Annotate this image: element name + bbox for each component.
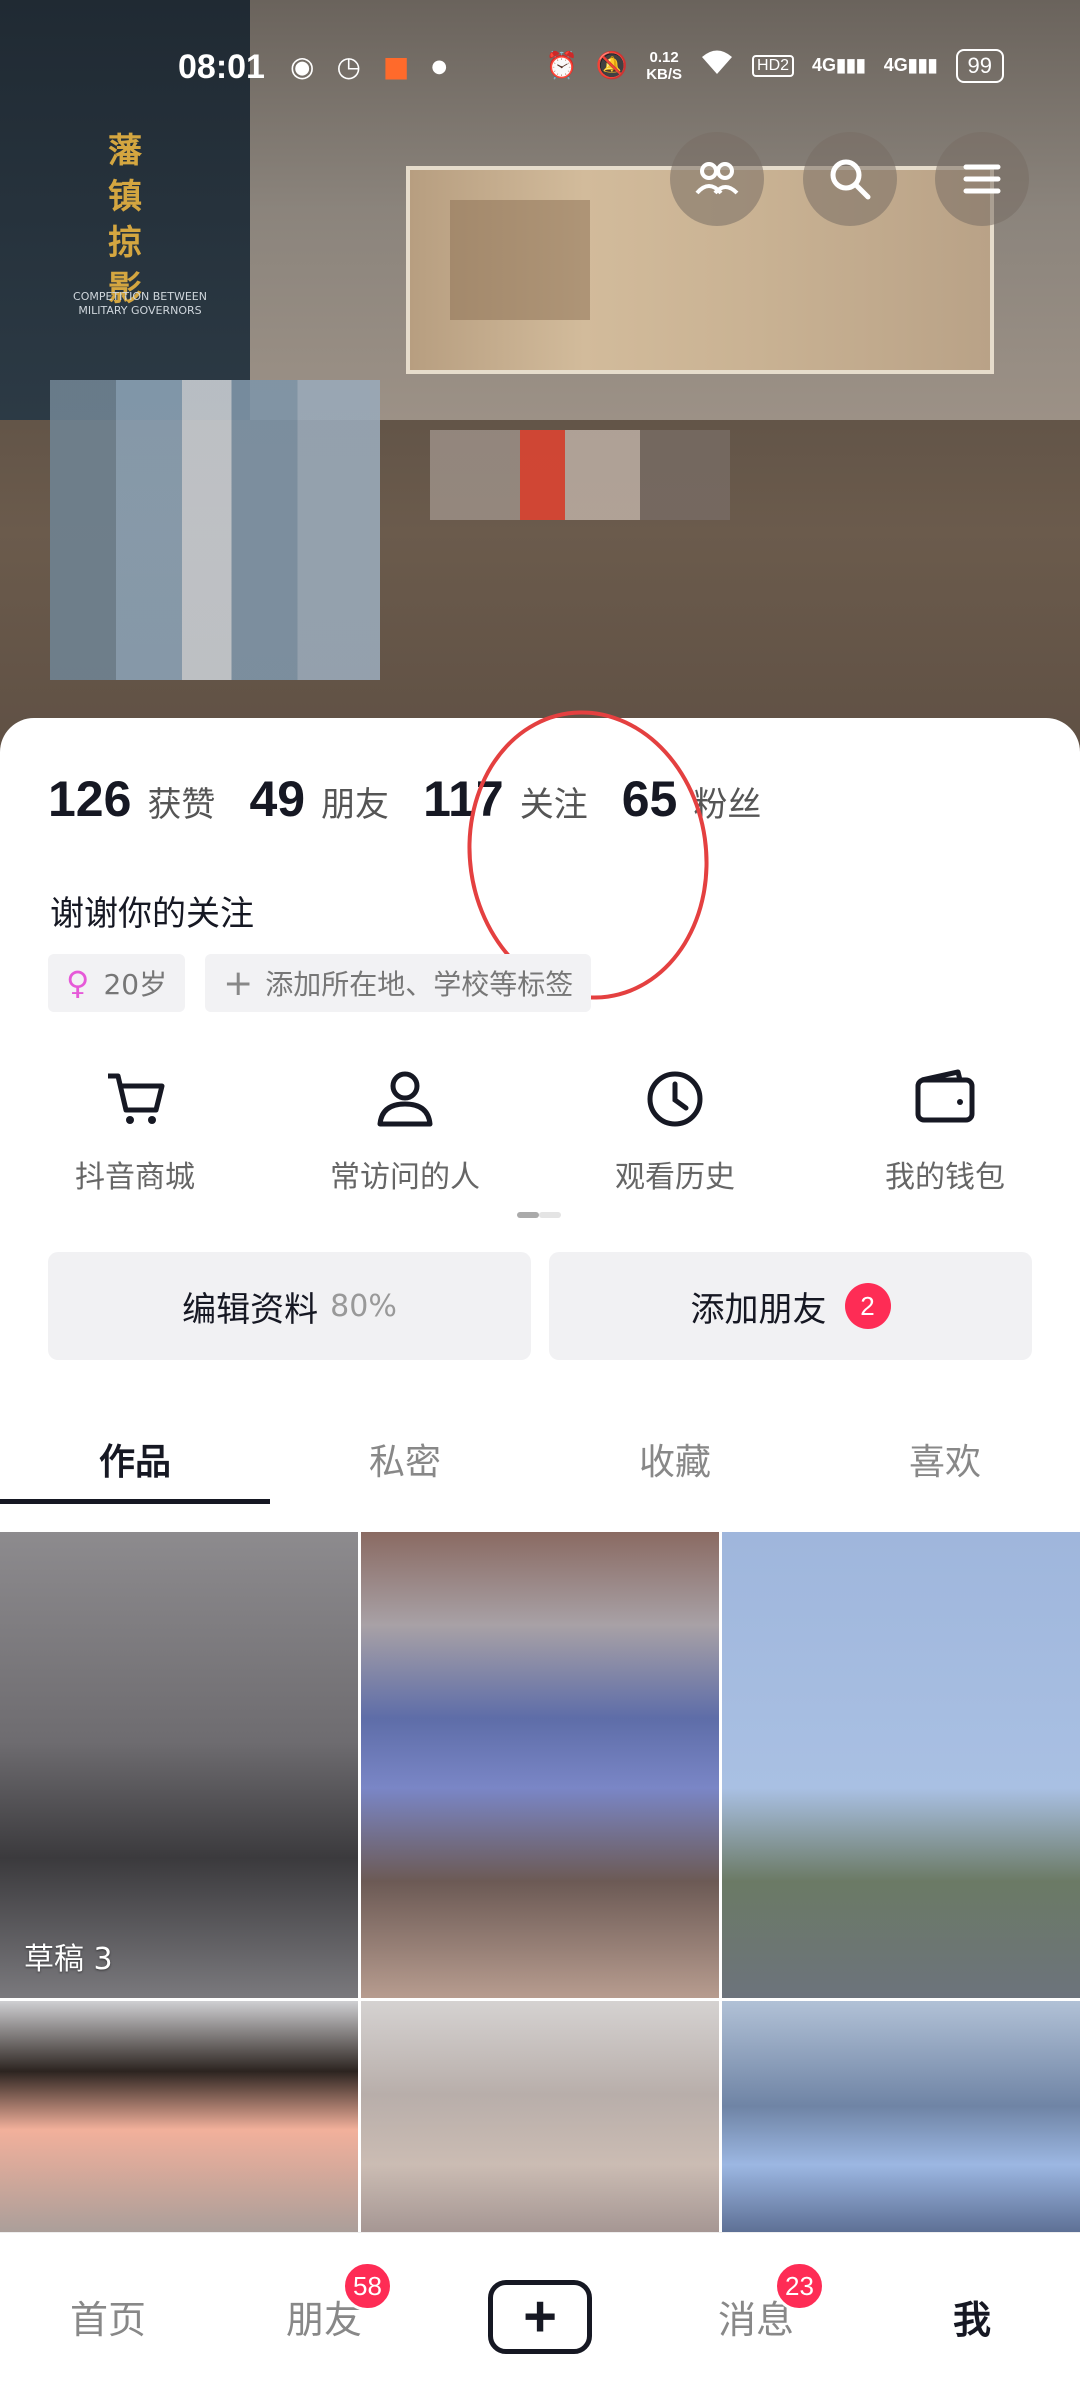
shop-notification-icon: ■: [382, 50, 410, 83]
profile-cover[interactable]: 藩镇掠影 COMPETITION BETWEEN MILITARY GOVERN…: [0, 0, 1080, 760]
video-thumbnail[interactable]: [722, 1532, 1080, 1998]
mute-icon: 🔕: [595, 50, 629, 80]
wallet-icon: [915, 1069, 975, 1123]
battery-indicator: 99: [955, 48, 1004, 83]
cart-icon: [108, 1073, 165, 1124]
signal-icon-2: 4G▮▮▮: [883, 55, 938, 75]
profile-stats: 126 获赞 49 朋友 117 关注 65 粉丝: [48, 694, 795, 1016]
person-icon: [377, 1071, 433, 1127]
dot-icon: ●: [431, 56, 448, 77]
sync-icon: ◷: [336, 50, 361, 83]
video-thumbnail-drafts[interactable]: 草稿 3: [0, 1532, 358, 1998]
nav-messages[interactable]: 消息 23: [648, 2233, 864, 2400]
stat-likes: 126 获赞: [48, 771, 216, 827]
net-speed: 0.12 KB/S: [646, 48, 683, 83]
female-icon: ♀: [66, 964, 90, 1002]
shortcut-shop[interactable]: 抖音商城: [0, 1064, 270, 1196]
banner-subtitle: COMPETITION BETWEEN MILITARY GOVERNORS: [73, 290, 207, 317]
nav-home[interactable]: 首页: [0, 2233, 216, 2400]
signal-icon-1: 4G▮▮▮: [812, 55, 866, 75]
wifi-icon: [700, 48, 734, 83]
status-notification-icons: ◉ ◷ ■ ●: [290, 50, 447, 84]
friends-badge: 58: [342, 2261, 393, 2311]
profile-completion: 80%: [330, 1288, 397, 1324]
add-friend-badge: 2: [844, 1283, 891, 1329]
add-tag-button[interactable]: + 添加所在地、学校等标签: [205, 954, 592, 1012]
tab-favorites[interactable]: 收藏: [540, 1414, 810, 1504]
banner-title: 藩镇掠影: [108, 131, 142, 309]
search-icon: [830, 159, 871, 200]
clock-icon: [647, 1071, 703, 1127]
status-right: ⏰ 🔕 0.12 KB/S HD2 4G▮▮▮ 4G▮▮▮ 99: [545, 48, 1004, 83]
video-thumbnail[interactable]: [0, 2001, 358, 2235]
bottom-nav: 首页 朋友 58 + 消息 23 我: [0, 2232, 1080, 2400]
content-tabs: 作品 私密 收藏 喜欢: [0, 1414, 1080, 1504]
status-bar: 08:01 ◉ ◷ ■ ● ⏰ 🔕 0.12 KB/S HD2 4G▮▮▮ 4G…: [0, 40, 1080, 96]
video-thumbnail[interactable]: [361, 2001, 719, 2235]
shortcut-wallet[interactable]: 我的钱包: [810, 1064, 1080, 1196]
nav-create[interactable]: +: [432, 2233, 648, 2400]
create-plus-icon: +: [488, 2279, 592, 2354]
bio-text: 谢谢你的关注: [50, 894, 254, 934]
age-tag[interactable]: ♀ 20岁: [48, 954, 186, 1012]
plus-icon: +: [223, 962, 254, 1004]
shortcut-history[interactable]: 观看历史: [540, 1064, 810, 1196]
tab-private[interactable]: 私密: [270, 1414, 540, 1504]
status-time: 08:01: [178, 48, 265, 86]
add-tag-label: 添加所在地、学校等标签: [265, 968, 574, 1001]
nav-me[interactable]: 我: [864, 2233, 1080, 2400]
hd-label: HD2: [752, 54, 795, 77]
profile-actions: 编辑资料 80% 添加朋友 2: [48, 1252, 1032, 1360]
friends-button[interactable]: [670, 132, 764, 226]
video-thumbnail[interactable]: [722, 2001, 1080, 2235]
menu-button[interactable]: [935, 132, 1029, 226]
profile-tags: ♀ 20岁 + 添加所在地、学校等标签: [48, 954, 592, 1012]
shortcut-row: 抖音商城 常访问的人 观看历史 我的钱包: [0, 1064, 1080, 1196]
nav-friends[interactable]: 朋友 58: [216, 2233, 432, 2400]
avatar[interactable]: [50, 380, 380, 680]
app-notification-icon: ◉: [290, 50, 315, 83]
messages-badge: 23: [774, 2261, 825, 2311]
menu-icon: [963, 164, 1001, 194]
shortcut-frequent[interactable]: 常访问的人: [270, 1064, 540, 1196]
tab-works[interactable]: 作品: [0, 1414, 270, 1504]
stat-friends[interactable]: 49 朋友: [249, 770, 389, 828]
video-grid: 草稿 3: [0, 1532, 1080, 2235]
alarm-icon: ⏰: [545, 50, 578, 80]
video-thumbnail[interactable]: [361, 1532, 719, 1998]
draft-label: 草稿 3: [24, 1942, 113, 1977]
age-label: 20岁: [103, 968, 168, 1001]
shortcut-pager: [517, 1212, 563, 1218]
tab-likes[interactable]: 喜欢: [810, 1414, 1080, 1504]
add-friend-button[interactable]: 添加朋友 2: [549, 1252, 1032, 1360]
username-pixelated: [430, 430, 730, 520]
edit-profile-button[interactable]: 编辑资料 80%: [48, 1252, 531, 1360]
search-button[interactable]: [803, 132, 897, 226]
friends-icon: [695, 162, 739, 195]
